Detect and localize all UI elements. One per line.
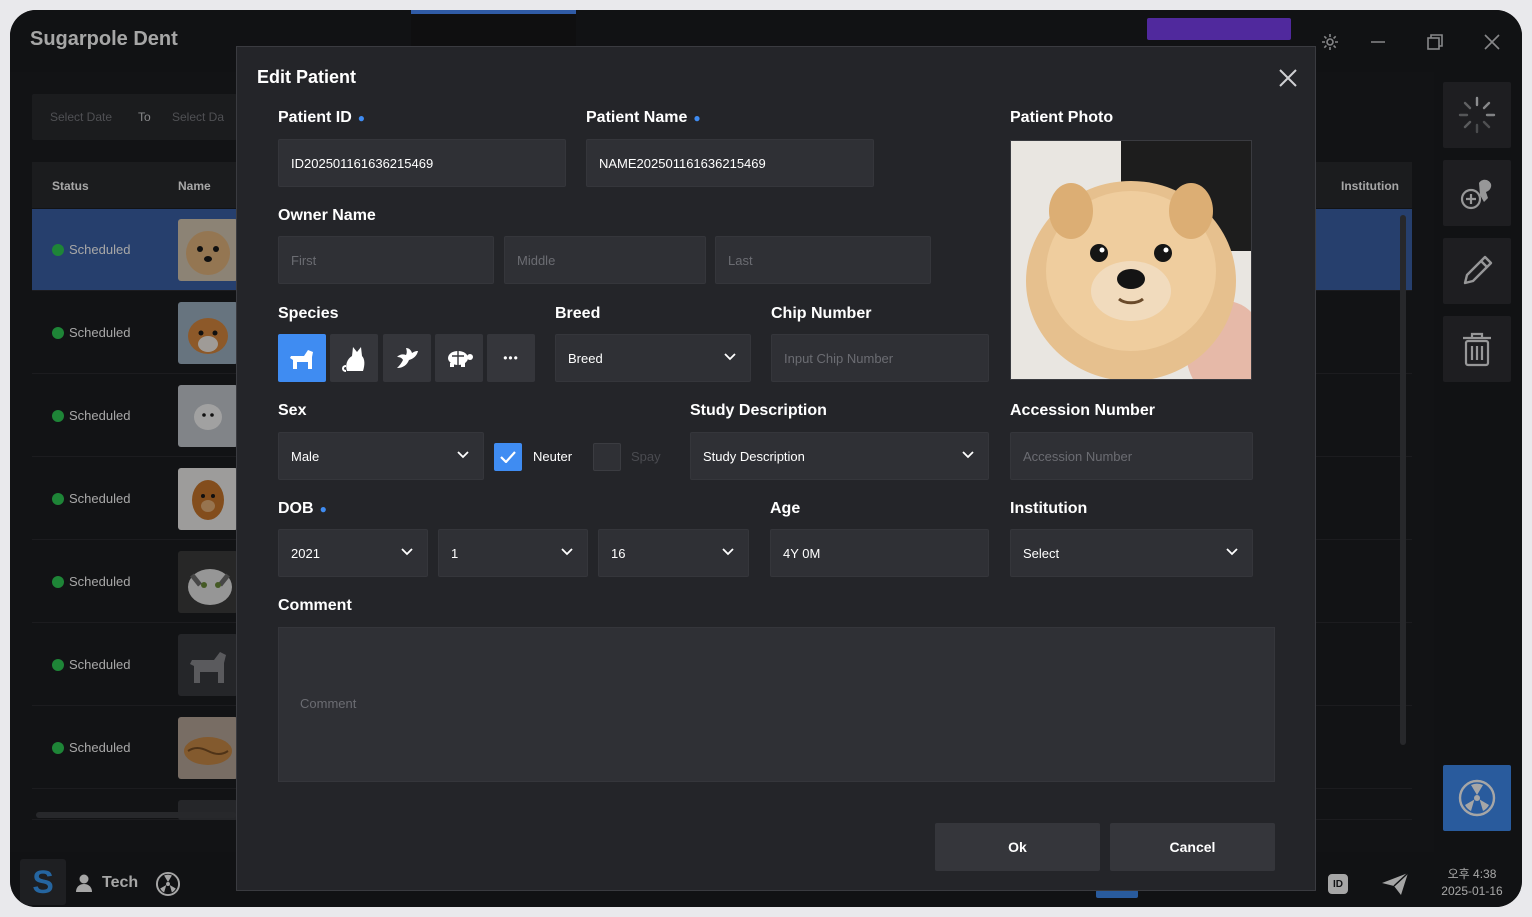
patient-photo[interactable] (1010, 140, 1252, 380)
dialog-title: Edit Patient (257, 67, 357, 87)
study-description-dropdown[interactable]: Study Description (690, 432, 989, 480)
required-dot-icon: ● (357, 110, 366, 125)
required-dot-icon: ● (319, 501, 327, 516)
chevron-down-icon (401, 548, 413, 556)
more-icon: ••• (503, 351, 519, 365)
spay-label[interactable]: Spay (631, 449, 661, 464)
chevron-down-icon (457, 451, 469, 459)
patient-photo-label: Patient Photo (1010, 109, 1114, 126)
species-bird-button[interactable] (383, 334, 431, 382)
chip-number-field[interactable]: Input Chip Number (771, 334, 989, 382)
accession-number-label: Accession Number (1010, 402, 1155, 419)
neuter-label[interactable]: Neuter (533, 449, 572, 464)
species-turtle-button[interactable] (435, 334, 483, 382)
breed-label: Breed (555, 305, 601, 322)
chevron-down-icon (962, 451, 974, 459)
chip-number-label: Chip Number (771, 305, 872, 322)
age-label: Age (770, 500, 801, 517)
sex-label: Sex (278, 402, 307, 419)
accession-number-field[interactable]: Accession Number (1010, 432, 1253, 480)
species-label: Species (278, 305, 339, 322)
owner-middle-name-field[interactable]: Middle (504, 236, 706, 284)
chevron-down-icon (561, 548, 573, 556)
institution-label: Institution (1010, 500, 1088, 517)
patient-name-field[interactable]: NAME202501161636215469 (586, 139, 874, 187)
owner-last-name-field[interactable]: Last (715, 236, 931, 284)
ok-button[interactable]: Ok (935, 823, 1100, 871)
species-cat-button[interactable] (330, 334, 378, 382)
study-description-label: Study Description (690, 402, 827, 419)
neuter-checkbox[interactable] (494, 443, 522, 471)
dob-label: DOB ● (278, 500, 327, 517)
bird-icon (397, 348, 418, 368)
species-more-button[interactable]: ••• (487, 334, 535, 382)
dob-month-dropdown[interactable]: 1 (438, 529, 588, 577)
institution-dropdown[interactable]: Select (1010, 529, 1253, 577)
comment-label: Comment (278, 597, 352, 614)
chevron-down-icon (722, 548, 734, 556)
spay-checkbox[interactable] (593, 443, 621, 471)
required-dot-icon: ● (693, 110, 701, 125)
species-dog-button[interactable] (278, 334, 326, 382)
chevron-down-icon (724, 353, 736, 361)
owner-first-name-field[interactable]: First (278, 236, 494, 284)
checkmark-icon (500, 451, 516, 463)
app-window: Sugarpole Dent Select Date To Select Da … (10, 10, 1522, 907)
patient-name-label: Patient Name ● (586, 109, 701, 126)
turtle-icon (448, 351, 473, 367)
cancel-button[interactable]: Cancel (1110, 823, 1275, 871)
owner-name-label: Owner Name (278, 207, 376, 224)
dob-day-dropdown[interactable]: 16 (598, 529, 749, 577)
chevron-down-icon (1226, 548, 1238, 556)
comment-placeholder: Comment (300, 696, 357, 711)
patient-id-field[interactable]: ID202501161636215469 (278, 139, 566, 187)
patient-id-label: Patient ID ● (278, 109, 366, 126)
age-field: 4Y 0M (770, 529, 989, 577)
dob-year-dropdown[interactable]: 2021 (278, 529, 428, 577)
close-dialog-icon[interactable] (1277, 67, 1299, 89)
comment-textarea[interactable]: Comment (278, 627, 1275, 782)
cat-icon (342, 347, 365, 372)
edit-patient-dialog: Edit Patient Patient ID ● ID2025011616362… (236, 46, 1316, 891)
sex-dropdown[interactable]: Male (278, 432, 484, 480)
dog-icon (290, 350, 313, 369)
breed-dropdown[interactable]: Breed (555, 334, 751, 382)
